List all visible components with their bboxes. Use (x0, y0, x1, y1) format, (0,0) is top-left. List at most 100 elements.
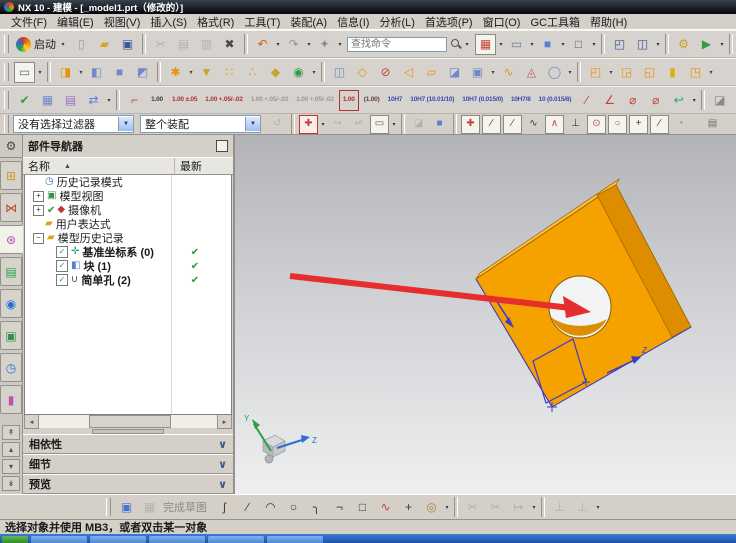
window-cascade-icon[interactable]: ◫ (632, 34, 653, 55)
fit-format-limits[interactable]: 10H7 (10.01/10) (407, 90, 457, 111)
snap-endpoint-icon[interactable]: ∕ (482, 115, 501, 134)
sort-ascending-icon[interactable]: ▲ (64, 163, 71, 170)
scroll-up-icon[interactable]: ▴ (2, 442, 20, 457)
snap-point-on-curve-icon[interactable]: ∕ (650, 115, 669, 134)
chevron-down-icon[interactable] (590, 35, 598, 54)
window-view-icon[interactable]: □ (568, 34, 589, 55)
chevron-down-icon[interactable] (707, 63, 715, 82)
roles-icon[interactable]: ▮ (0, 385, 22, 414)
studio-spline-icon[interactable]: ∿ (375, 497, 396, 518)
toolbar-grip[interactable] (4, 115, 9, 133)
constraint-navigator-icon[interactable]: ⋈ (0, 193, 22, 222)
chevron-down-icon[interactable] (105, 91, 113, 110)
point-icon[interactable]: + (398, 497, 419, 518)
expand-toggle[interactable]: + (33, 191, 44, 202)
shaded-cube-icon[interactable]: ■ (537, 34, 558, 55)
snap-vector-icon[interactable]: ⊥ (566, 115, 585, 134)
snap-all-icon[interactable]: ✚ (461, 115, 480, 134)
sketch-verify-icon[interactable]: ✔ (14, 90, 35, 111)
dim-format-bilateral-2[interactable]: 1.00 +.05/-.02 (248, 90, 292, 111)
sketch-display-icon[interactable]: ▦ (139, 497, 160, 518)
fit-format-10H7[interactable]: 10H7 (385, 90, 406, 111)
menu-item[interactable]: 窗口(O) (478, 14, 526, 30)
extrude-icon[interactable]: ◨ (55, 62, 76, 83)
scroll-last-icon[interactable]: ↡ (2, 476, 20, 491)
chevron-down-icon[interactable] (463, 35, 471, 54)
taskbar-start-button[interactable] (2, 536, 28, 543)
scroll-right-icon[interactable]: ▸ (217, 414, 232, 429)
chevron-down-icon[interactable] (528, 35, 536, 54)
circle-icon[interactable]: ○ (283, 497, 304, 518)
scroll-down-icon[interactable]: ▾ (2, 459, 20, 474)
dim-format-symmetric[interactable]: 1.00 ±.05 (169, 90, 200, 111)
menu-item[interactable]: 编辑(E) (52, 14, 99, 30)
expand-toggle[interactable]: + (33, 205, 44, 216)
chevron-down-icon[interactable] (77, 63, 85, 82)
draft-icon[interactable]: ◁ (398, 62, 419, 83)
chevron-down-icon[interactable] (390, 115, 398, 134)
menu-item[interactable]: 分析(L) (374, 14, 419, 30)
menu-item[interactable]: 装配(A) (285, 14, 332, 30)
touch-mode-icon[interactable]: ✦ (314, 34, 335, 55)
snap-intersection-icon[interactable]: + (629, 115, 648, 134)
search-icon[interactable] (449, 37, 463, 51)
constraint-relations-icon[interactable]: ▦ (37, 90, 58, 111)
solid-body-filter-icon[interactable]: ■ (430, 115, 449, 134)
command-key-icon[interactable]: ⚙ (673, 34, 694, 55)
chevron-down-icon[interactable] (245, 117, 260, 131)
flip-direction-icon[interactable]: ↩ (668, 90, 689, 111)
revolve-axis-icon[interactable]: ◬ (521, 62, 542, 83)
cylinder-icon[interactable]: ◩ (132, 62, 153, 83)
adjust-face-icon[interactable]: ◱ (639, 62, 660, 83)
select-previous-icon[interactable]: ↪ (328, 115, 347, 134)
toolbar-grip[interactable] (4, 91, 9, 109)
keyboard-icon[interactable]: ▤ (703, 115, 722, 134)
sketch-curve-icon[interactable]: ◉ (288, 62, 309, 83)
web-browser-icon[interactable]: ◉ (0, 289, 22, 318)
view-layout-icon[interactable]: ▦ (475, 34, 496, 55)
snap-toggle-icon[interactable]: ✚ (299, 115, 318, 134)
revolve-icon[interactable]: ◧ (86, 62, 107, 83)
chevron-down-icon[interactable] (443, 498, 451, 517)
unite-icon[interactable]: ◆ (265, 62, 286, 83)
taskbar-window-button[interactable] (208, 536, 264, 543)
column-name[interactable]: 名称 ▲ (23, 158, 174, 174)
chevron-down-icon[interactable] (654, 35, 662, 54)
history-palette-icon[interactable]: ▣ (0, 321, 22, 350)
chevron-down-icon[interactable] (310, 63, 318, 82)
reuse-library-icon[interactable]: ▤ (0, 257, 22, 286)
horizontal-scrollbar[interactable]: ◂ ▸ (24, 415, 232, 428)
dim-format-reference[interactable]: (1.00) (361, 90, 383, 111)
snap-pole-icon[interactable]: ∧ (545, 115, 564, 134)
chevron-down-icon[interactable] (718, 35, 726, 54)
section-details[interactable]: 细节 ∨ (23, 454, 233, 474)
expand-toggle[interactable]: − (33, 233, 44, 244)
trim-icon[interactable]: ✂ (462, 497, 483, 518)
profile-corner-icon[interactable]: ⌐ (124, 90, 145, 111)
arc-icon[interactable]: ◠ (260, 497, 281, 518)
block-icon[interactable]: ■ (109, 62, 130, 83)
snap-quadrant-icon[interactable]: ○ (608, 115, 627, 134)
fit-format-stack[interactable]: 10H7/8 (508, 90, 534, 111)
delete-icon[interactable]: ✖ (219, 34, 240, 55)
graphics-window[interactable]: Z Y Z (235, 135, 736, 494)
tree-item-model-history[interactable]: − ▰ 模型历史记录 (25, 231, 231, 245)
assembly-navigator-icon[interactable]: ⊞ (0, 161, 22, 190)
snap-center-icon[interactable]: ⊙ (587, 115, 606, 134)
extend-icon[interactable]: ✂ (485, 497, 506, 518)
column-latest[interactable]: 最新 (174, 158, 233, 174)
quick-trim-icon[interactable]: ↦ (508, 497, 529, 518)
select-chain-icon[interactable]: ↫ (349, 115, 368, 134)
sketch-task-env-icon[interactable]: ▣ (116, 497, 137, 518)
marquee-rectangle-icon[interactable]: ▭ (370, 115, 389, 134)
chevron-down-icon[interactable] (305, 35, 313, 54)
replace-face-icon[interactable]: ◳ (685, 62, 706, 83)
dim-format-boxed[interactable]: 1.00 (339, 90, 359, 111)
display-constraints-icon[interactable]: ⇄ (83, 90, 104, 111)
menu-item[interactable]: 帮助(H) (585, 14, 632, 30)
chevron-down-icon[interactable] (36, 63, 44, 82)
chevron-down-icon[interactable] (497, 35, 505, 54)
viewport-canvas[interactable]: Z Y Z (235, 135, 736, 494)
menu-item[interactable]: 文件(F) (6, 14, 52, 30)
section-dependencies[interactable]: 相依性 ∨ (23, 434, 233, 454)
